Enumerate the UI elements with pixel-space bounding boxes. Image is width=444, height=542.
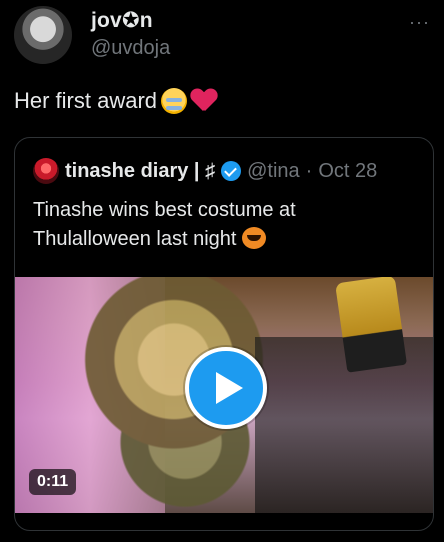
video-dark-area (255, 337, 433, 513)
trophy (335, 277, 407, 373)
play-button[interactable] (185, 347, 267, 429)
video-thumbnail[interactable]: 0:11 (15, 277, 433, 513)
play-icon (216, 372, 243, 404)
dot-separator: · (305, 159, 313, 182)
author-handle[interactable]: @uvdoja (91, 37, 170, 60)
jack-o-lantern-icon (242, 227, 267, 249)
quoted-author-avatar[interactable] (33, 158, 59, 184)
video-duration: 0:11 (29, 469, 77, 495)
quoted-author-display-name[interactable]: tinashe diary | ♯ (65, 160, 215, 183)
red-heart-icon (191, 89, 217, 113)
quoted-author-handle[interactable]: @tina (247, 160, 300, 183)
tweet-text-content: Her first award (14, 88, 158, 113)
quoted-tweet-date[interactable]: Oct 28 (318, 160, 377, 183)
loudly-crying-face-icon (161, 88, 188, 114)
quoted-tweet-text: Tinashe wins best costume at Thulallowee… (33, 196, 413, 254)
tweet-text: Her first award (14, 88, 217, 114)
author-display-name[interactable]: jov✪n (91, 8, 153, 33)
quoted-tweet-card[interactable]: tinashe diary | ♯ @tina · Oct 28 Tinashe… (14, 137, 434, 531)
quoted-tweet-header: tinashe diary | ♯ @tina · Oct 28 (33, 158, 377, 184)
more-options-icon[interactable]: ··· (409, 12, 430, 33)
verified-badge-icon (221, 161, 242, 181)
author-avatar[interactable] (14, 6, 72, 64)
